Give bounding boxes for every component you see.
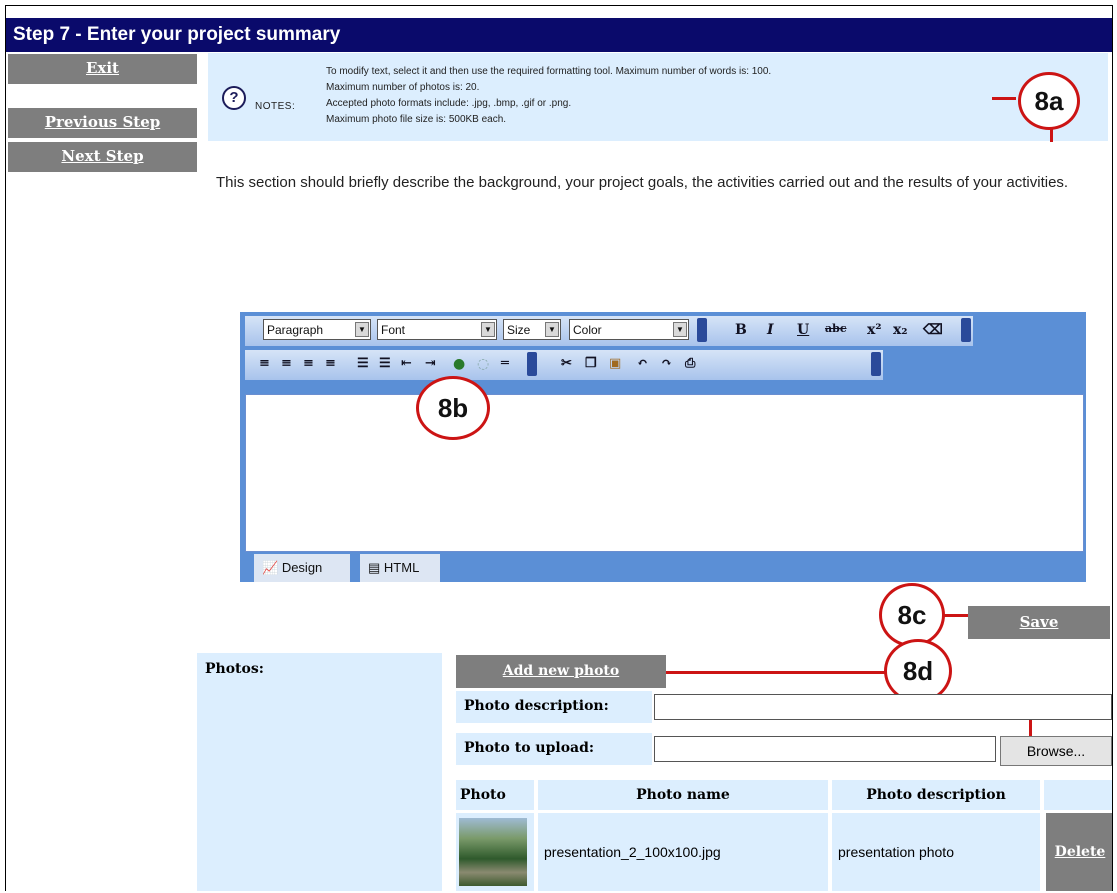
unlink-icon[interactable]: ◌ [477,356,489,372]
notes-text: To modify text, select it and then use t… [326,64,771,128]
cut-icon[interactable]: ✂ [561,356,572,371]
photo-description-label: Photo description: [456,691,652,723]
toolbar-grip-icon[interactable] [871,352,881,376]
column-header-photo-name: Photo name [538,780,828,810]
photo-thumbnail-cell [456,813,534,891]
size-select-value: Size [507,323,531,337]
callout-line-8a [992,97,1016,100]
editor-content-area[interactable] [245,394,1084,552]
chevron-down-icon: ▼ [355,322,369,337]
tab-design[interactable]: 📈 Design [254,554,350,582]
photo-description-field[interactable] [654,694,1112,720]
bullet-list-icon[interactable]: ☰ [357,356,369,371]
photo-upload-label: Photo to upload: [456,733,652,765]
tab-html-label: HTML [383,560,420,575]
underline-icon[interactable]: U [797,322,809,338]
italic-icon[interactable]: I [767,322,774,338]
numbered-list-icon[interactable]: ☰ [379,356,391,371]
save-button[interactable]: Save [968,606,1110,639]
page-title: Step 7 - Enter your project summary [6,18,1112,52]
chevron-down-icon: ▼ [673,322,687,337]
previous-step-button[interactable]: Previous Step [8,108,197,138]
toolbar-row-2: ≡ ≡ ≡ ≡ ☰ ☰ ⇤ ⇥ ● ◌ ═ ✂ ❐ ▣ ↶ ↷ ⎙ [245,350,883,380]
photo-thumbnail [459,818,527,886]
print-icon[interactable]: ⎙ [685,356,695,371]
size-select[interactable]: Size ▼ [503,319,561,340]
callout-line-8d [666,671,886,674]
note-line: Accepted photo formats include: .jpg, .b… [326,98,572,109]
photos-label: Photos: [197,653,442,891]
rich-text-editor: Paragraph ▼ Font ▼ Size ▼ Color ▼ B I U abc … [240,312,1086,582]
eraser-icon[interactable]: ⌫ [923,322,943,338]
photo-name-cell: presentation_2_100x100.jpg [538,813,828,891]
callout-8a: 8a [1018,72,1080,130]
align-right-icon[interactable]: ≡ [303,356,314,371]
exit-button[interactable]: Exit [8,54,197,84]
browse-button[interactable]: Browse... [1000,736,1112,766]
paste-icon[interactable]: ▣ [609,356,621,371]
toolbar-grip-icon[interactable] [961,318,971,342]
html-icon: ▤ [368,560,384,575]
design-icon: 📈 [262,560,282,575]
photo-description-cell: presentation photo [832,813,1040,891]
tab-design-label: Design [281,560,323,575]
column-header-photo: Photo [456,780,534,810]
delete-photo-button[interactable]: Delete [1046,813,1112,891]
column-header-actions [1044,780,1112,810]
toolbar-grip-icon[interactable] [527,352,537,376]
toolbar-grip-icon[interactable] [697,318,707,342]
bold-icon[interactable]: B [735,322,747,338]
intro-text: This section should briefly describe the… [216,174,1069,191]
link-icon[interactable]: ● [453,356,465,372]
copy-icon[interactable]: ❐ [585,356,597,371]
chevron-down-icon: ▼ [545,322,559,337]
notes-label: NOTES: [255,101,296,112]
align-left-icon[interactable]: ≡ [259,356,270,371]
font-select[interactable]: Font ▼ [377,319,497,340]
next-step-button[interactable]: Next Step [8,142,197,172]
color-select[interactable]: Color ▼ [569,319,689,340]
note-line: To modify text, select it and then use t… [326,66,772,77]
outdent-icon[interactable]: ⇤ [401,356,412,371]
indent-icon[interactable]: ⇥ [425,356,436,371]
horizontal-rule-icon[interactable]: ═ [501,356,509,371]
superscript-icon[interactable]: x² [867,322,881,338]
help-icon[interactable]: ? [222,86,246,110]
subscript-icon[interactable]: x₂ [893,322,907,338]
paragraph-select[interactable]: Paragraph ▼ [263,319,371,340]
toolbar-row-1: Paragraph ▼ Font ▼ Size ▼ Color ▼ B I U abc … [245,316,973,346]
chevron-down-icon: ▼ [481,322,495,337]
tab-html[interactable]: ▤ HTML [360,554,440,582]
redo-icon[interactable]: ↷ [661,356,672,371]
notes-panel: ? NOTES: To modify text, select it and t… [208,53,1108,141]
page-frame: Step 7 - Enter your project summary Exit… [5,5,1113,891]
strikethrough-icon[interactable]: abc [825,322,847,335]
color-select-value: Color [573,323,602,337]
font-select-value: Font [381,323,406,337]
column-header-photo-description: Photo description [832,780,1040,810]
undo-icon[interactable]: ↶ [637,356,648,371]
paragraph-select-value: Paragraph [267,323,324,337]
align-center-icon[interactable]: ≡ [281,356,292,371]
add-new-photo-button[interactable]: Add new photo [456,655,666,688]
callout-8b: 8b [416,376,490,440]
note-line: Maximum number of photos is: 20. [326,82,480,93]
note-line: Maximum photo file size is: 500KB each. [326,114,507,125]
callout-8c: 8c [879,583,945,647]
photo-upload-field[interactable] [654,736,996,762]
align-justify-icon[interactable]: ≡ [325,356,336,371]
